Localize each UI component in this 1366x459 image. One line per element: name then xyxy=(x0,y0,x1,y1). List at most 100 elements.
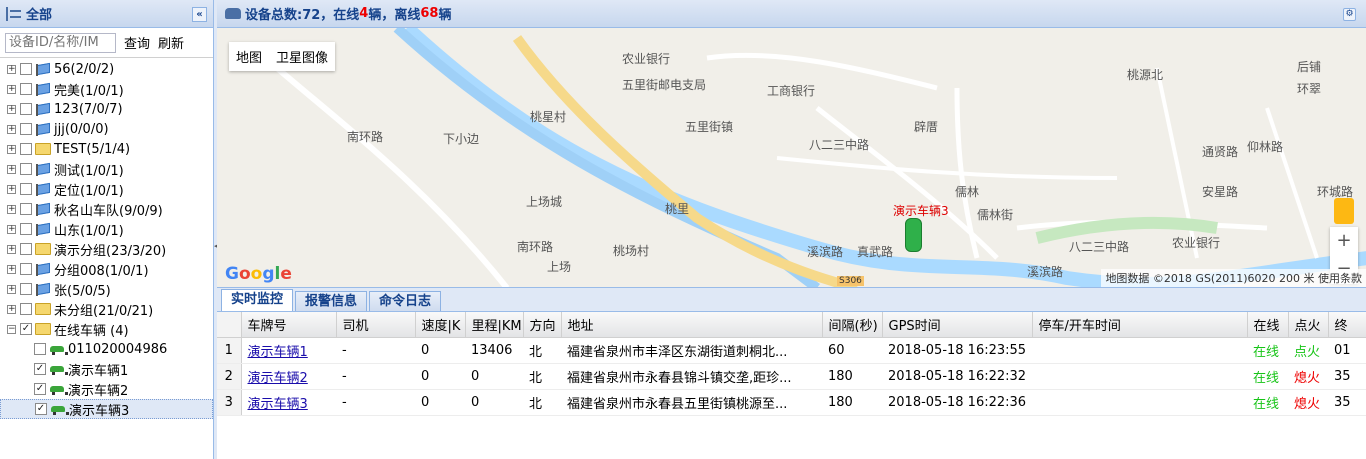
node-checkbox[interactable] xyxy=(20,223,32,235)
vehicle-node-selected[interactable]: ✓ 演示车辆3 xyxy=(0,399,213,419)
tree-node[interactable]: + jjj(0/0/0) xyxy=(0,119,213,139)
plate-link[interactable]: 演示车辆2 xyxy=(248,371,308,386)
vehicle-checkbox[interactable]: ✓ xyxy=(34,363,46,375)
node-checkbox[interactable] xyxy=(20,283,32,295)
group-flag-icon xyxy=(35,123,51,136)
column-header[interactable]: 司机 xyxy=(336,312,416,338)
expand-icon[interactable]: + xyxy=(7,204,16,214)
node-checkbox[interactable] xyxy=(20,183,32,195)
node-checkbox[interactable] xyxy=(20,143,32,155)
node-checkbox[interactable] xyxy=(20,303,32,315)
expand-icon[interactable]: + xyxy=(7,144,16,154)
column-header[interactable]: 停车/开车时间 xyxy=(1032,312,1248,338)
query-button[interactable]: 查询 xyxy=(124,33,150,52)
expand-icon[interactable]: + xyxy=(7,104,16,114)
end-cell: 01 xyxy=(1328,337,1366,364)
refresh-button[interactable]: 刷新 xyxy=(158,33,184,52)
folder-icon xyxy=(35,143,51,155)
table-row[interactable]: 2 演示车辆2 - 0 0 北 福建省泉州市永春县锦斗镇交垄,距珍... 180… xyxy=(217,363,1366,390)
vehicle-checkbox[interactable]: ✓ xyxy=(34,383,46,395)
plate-link[interactable]: 演示车辆1 xyxy=(248,345,308,360)
expand-icon[interactable]: + xyxy=(7,284,16,294)
expand-icon[interactable]: + xyxy=(7,124,16,134)
expand-icon[interactable]: + xyxy=(7,84,16,94)
vehicle-label: 011020004986 xyxy=(68,341,168,357)
expand-icon[interactable]: + xyxy=(7,244,16,254)
expand-icon[interactable]: + xyxy=(7,64,16,74)
tree-node-online[interactable]: − ✓ 在线车辆 (4) xyxy=(0,319,213,339)
node-checkbox[interactable] xyxy=(20,63,32,75)
group-flag-icon xyxy=(35,183,51,196)
tree-node[interactable]: + 测试(1/0/1) xyxy=(0,159,213,179)
column-header[interactable]: 车牌号 xyxy=(241,312,337,338)
table-row[interactable]: 1 演示车辆1 - 0 13406 北 福建省泉州市丰泽区东湖街道刺桐北... … xyxy=(217,337,1366,364)
tree-node[interactable]: +56(2/0/2) xyxy=(0,59,213,79)
expand-icon[interactable]: + xyxy=(7,184,16,194)
vehicle-node[interactable]: ✓ 演示车辆2 xyxy=(0,379,213,399)
node-checkbox[interactable] xyxy=(20,163,32,175)
map-type-map[interactable]: 地图 xyxy=(229,42,269,71)
node-checkbox[interactable]: ✓ xyxy=(20,323,32,335)
table-row[interactable]: 3 演示车辆3 - 0 0 北 福建省泉州市永春县五里街镇桃源至... 180 … xyxy=(217,389,1366,416)
column-header[interactable]: 点火 xyxy=(1288,312,1329,338)
map-view[interactable]: 地图 卫星图像 农业银行 五里街邮电支局 工商银行 桃源北 五里街镇 桃星村 下… xyxy=(217,28,1366,288)
column-header[interactable]: GPS时间 xyxy=(882,312,1033,338)
tree-node[interactable]: + 演示分组(23/3/20) xyxy=(0,239,213,259)
expand-icon[interactable]: + xyxy=(7,164,16,174)
column-header[interactable]: 在线 xyxy=(1247,312,1289,338)
vehicle-checkbox[interactable]: ✓ xyxy=(35,403,47,415)
tab-realtime-monitor[interactable]: 实时监控 xyxy=(221,289,294,311)
park-time-cell xyxy=(1032,363,1247,390)
vehicle-map-label: 演示车辆3 xyxy=(893,204,949,218)
search-input[interactable] xyxy=(5,32,116,53)
expand-icon[interactable]: + xyxy=(7,264,16,274)
table-header-row: 车牌号 司机 速度|K 里程|KM 方向 地址 间隔(秒) GPS时间 停车/开… xyxy=(217,312,1366,338)
tree-node[interactable]: + 完美(1/0/1) xyxy=(0,79,213,99)
vehicle-label: 演示车辆1 xyxy=(68,363,129,379)
end-cell: 35 xyxy=(1328,389,1366,416)
column-header[interactable]: 速度|K xyxy=(415,312,466,338)
street-view-pegman-icon[interactable] xyxy=(1334,198,1354,224)
tree-node[interactable]: + TEST(5/1/4) xyxy=(0,139,213,159)
collapse-icon[interactable]: − xyxy=(7,324,16,334)
map-type-satellite[interactable]: 卫星图像 xyxy=(269,42,335,71)
node-checkbox[interactable] xyxy=(20,83,32,95)
tree-node[interactable]: + 张(5/0/5) xyxy=(0,279,213,299)
tree-node[interactable]: + 分组008(1/0/1) xyxy=(0,259,213,279)
node-checkbox[interactable] xyxy=(20,263,32,275)
node-checkbox[interactable] xyxy=(20,123,32,135)
node-checkbox[interactable] xyxy=(20,243,32,255)
tree-node[interactable]: + 定位(1/0/1) xyxy=(0,179,213,199)
summary-suffix: 辆 xyxy=(438,8,452,23)
tree-node[interactable]: +123(7/0/7) xyxy=(0,99,213,119)
tree-node[interactable]: + 未分组(21/0/21) xyxy=(0,299,213,319)
plate-link[interactable]: 演示车辆3 xyxy=(248,397,308,412)
group-flag-icon xyxy=(35,83,51,96)
vehicle-marker-icon[interactable] xyxy=(905,218,922,252)
column-header[interactable]: 地址 xyxy=(561,312,823,338)
tab-alarm-info[interactable]: 报警信息 xyxy=(295,291,368,311)
tree-node[interactable]: + 秋名山车队(9/0/9) xyxy=(0,199,213,219)
vehicle-node[interactable]: ✓ 演示车辆1 xyxy=(0,359,213,379)
settings-icon[interactable]: ⚙ xyxy=(1343,8,1356,21)
column-header[interactable]: 终 xyxy=(1328,312,1366,338)
node-checkbox[interactable] xyxy=(20,203,32,215)
tree-node[interactable]: + 山东(1/0/1) xyxy=(0,219,213,239)
node-label: 张(5/0/5) xyxy=(54,283,111,299)
group-tree: +56(2/0/2) + 完美(1/0/1) +123(7/0/7) + jjj(0… xyxy=(0,58,213,419)
driver-cell: - xyxy=(336,389,415,416)
column-header[interactable]: 间隔(秒) xyxy=(822,312,883,338)
tree-header: 全部 « xyxy=(0,0,213,28)
tab-command-log[interactable]: 命令日志 xyxy=(369,291,442,311)
vehicle-node[interactable]: 011020004986 xyxy=(0,339,213,359)
map-place-label: 桃里 xyxy=(665,202,690,216)
collapse-left-button[interactable]: « xyxy=(192,7,207,22)
expand-icon[interactable]: + xyxy=(7,224,16,234)
zoom-in-button[interactable]: + xyxy=(1330,227,1358,255)
column-header[interactable]: 方向 xyxy=(523,312,562,338)
vehicle-checkbox[interactable] xyxy=(34,343,46,355)
map-place-label: 桃源北 xyxy=(1127,68,1164,82)
node-checkbox[interactable] xyxy=(20,103,32,115)
expand-icon[interactable]: + xyxy=(7,304,16,314)
column-header[interactable]: 里程|KM xyxy=(465,312,524,338)
